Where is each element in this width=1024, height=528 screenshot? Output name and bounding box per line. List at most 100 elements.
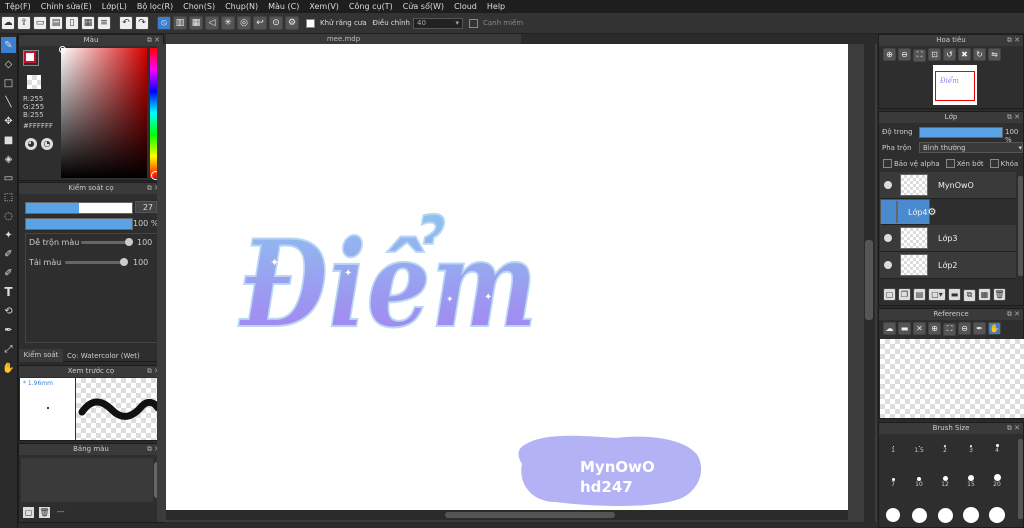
add-color-icon[interactable]: ▢ — [23, 507, 34, 518]
perspective-snap-icon[interactable]: ◁ — [205, 16, 219, 30]
layer-row-selected[interactable]: Lớp4 ⚙ — [880, 199, 937, 225]
rotate-left-icon[interactable]: ↺ — [943, 48, 956, 61]
brush-size-option[interactable] — [932, 505, 958, 525]
list-icon[interactable]: ≡ — [97, 16, 111, 30]
delete-layer-icon[interactable]: 🗑 — [993, 288, 1006, 301]
cloud-upload-icon[interactable]: ☁ — [883, 322, 896, 335]
flip-icon[interactable]: ⇋ — [988, 48, 1001, 61]
brush-size-option[interactable] — [958, 505, 984, 525]
cloud-icon[interactable]: ☁ — [1, 16, 15, 30]
brush-size-option[interactable]: 4 — [984, 437, 1010, 454]
zoom-out-icon[interactable]: ⊖ — [958, 322, 971, 335]
redo-icon[interactable]: ↷ — [135, 16, 149, 30]
layer-list-scrollbar[interactable] — [1018, 176, 1023, 276]
export-icon[interactable]: ⇪ — [17, 16, 31, 30]
merge-layer-icon[interactable]: ⧉ — [963, 288, 976, 302]
brush-tool-icon[interactable]: ✎ — [1, 37, 16, 53]
panel-close-icon[interactable]: ⧉ ✕ — [1007, 35, 1020, 46]
layer-row[interactable]: Lớp3 — [880, 225, 1016, 252]
add-layer-menu-icon[interactable]: ▢▾ — [928, 288, 946, 301]
bucket-tool-icon[interactable]: ◈ — [1, 151, 16, 167]
lasso-tool-icon[interactable]: ◌ — [1, 208, 16, 224]
brush-opacity-slider[interactable] — [25, 218, 133, 230]
secondary-color-swatch[interactable] — [27, 75, 41, 89]
panel-close-icon[interactable]: ⧉ ✕ — [1007, 423, 1020, 434]
brush-size-value[interactable]: 27 — [135, 201, 157, 213]
hand-tool-icon[interactable]: ✋ — [1, 360, 16, 376]
fit-icon[interactable]: ⛶ — [913, 48, 926, 62]
layer-opacity-slider[interactable] — [919, 127, 1003, 138]
menu-item[interactable]: Help — [482, 2, 510, 11]
refill-slider-handle[interactable] — [120, 258, 128, 266]
parallel-snap-icon[interactable]: ▥ — [173, 16, 187, 30]
menu-item[interactable]: Bộ lọc(R) — [132, 2, 178, 11]
grid-page-icon[interactable]: ▦ — [81, 16, 95, 30]
delete-color-icon[interactable]: 🗑 — [39, 507, 50, 518]
color-picker-cursor[interactable] — [59, 46, 66, 53]
brush-size-option[interactable] — [880, 505, 906, 525]
divide-tool-icon[interactable]: ⤢ — [1, 341, 16, 357]
circle-snap-icon[interactable]: ◎ — [237, 16, 251, 30]
undo-icon[interactable]: ↶ — [119, 16, 133, 30]
brush-size-slider[interactable] — [25, 202, 133, 214]
canvas-paper[interactable]: Điểm ✦ ✦ ✦ ✦ ✦ MynOwO hd247 — [166, 44, 848, 510]
select-pen-tool-icon[interactable]: ✐ — [1, 246, 16, 262]
blend-slider-handle[interactable] — [125, 238, 133, 246]
refill-slider[interactable] — [65, 261, 125, 264]
paste-layer-icon[interactable]: ▤ — [913, 288, 926, 301]
transform-tool-icon[interactable]: ⟲ — [1, 303, 16, 319]
navigator-viewport[interactable] — [935, 71, 975, 101]
gradient-tool-icon[interactable]: ▭ — [1, 170, 16, 186]
dropper-tool-icon[interactable]: ✒ — [1, 322, 16, 338]
layer-options-icon[interactable]: ▦ — [978, 288, 991, 301]
brush-size-option[interactable] — [984, 505, 1010, 525]
shape-tool-icon[interactable]: □ — [1, 75, 16, 91]
navigator-thumbnail[interactable]: Điểm — [933, 65, 977, 105]
new-layer-icon[interactable]: ▢ — [883, 288, 896, 301]
comment-icon[interactable]: ▤ — [49, 16, 63, 30]
lock-checkbox[interactable] — [989, 159, 999, 168]
clip-checkbox[interactable] — [945, 159, 955, 168]
zoom-out-icon[interactable]: ⊖ — [898, 48, 911, 61]
settings-icon[interactable]: ⚙ — [285, 16, 299, 30]
layer-blend-select[interactable]: Bình thường ▾ — [919, 142, 1023, 153]
menu-item[interactable]: Chọn(S) — [178, 2, 220, 11]
saturation-value-picker[interactable] — [61, 48, 147, 178]
brush-size-option[interactable]: 3 — [958, 437, 984, 454]
panel-close-icon[interactable]: ⧉ ✕ — [1007, 112, 1020, 123]
snap-off-icon[interactable]: ⦸ — [157, 16, 171, 30]
page-icon[interactable]: ▯ — [65, 16, 79, 30]
curve-snap-icon[interactable]: ↩ — [253, 16, 267, 30]
grid-snap-icon[interactable]: ▦ — [189, 16, 203, 30]
vertical-scroll-thumb[interactable] — [865, 240, 873, 320]
radial-snap-icon[interactable]: ✳ — [221, 16, 235, 30]
text-tool-icon[interactable]: T — [1, 284, 16, 300]
reset-rotate-icon[interactable]: ✖ — [958, 48, 971, 61]
menu-item[interactable]: Lớp(L) — [97, 2, 132, 11]
menu-item[interactable]: Xem(V) — [304, 2, 344, 11]
brush-size-option[interactable]: 20 — [984, 471, 1010, 488]
close-reference-icon[interactable]: ✕ — [913, 322, 926, 335]
rotate-right-icon[interactable]: ↻ — [973, 48, 986, 61]
select-rect-tool-icon[interactable]: ⬚ — [1, 189, 16, 205]
line-tool-icon[interactable]: ╲ — [1, 94, 16, 110]
fit-icon[interactable]: ⛶ — [943, 322, 956, 336]
chat-icon[interactable]: ▭ — [33, 16, 47, 30]
select-eraser-tool-icon[interactable]: ✐ — [1, 265, 16, 281]
brush-size-option[interactable]: 15 — [958, 471, 984, 488]
menu-item[interactable]: Màu (C) — [263, 2, 304, 11]
menu-item[interactable]: Chỉnh sửa(E) — [36, 2, 97, 11]
brush-size-option[interactable]: 7 — [880, 471, 906, 488]
brush-size-option[interactable]: 2 — [932, 437, 958, 454]
fill-rect-tool-icon[interactable]: ■ — [1, 132, 16, 148]
menu-item[interactable]: Cửa sổ(W) — [398, 2, 449, 11]
layer-row[interactable]: Lớp2 — [880, 252, 1016, 279]
eraser-tool-icon[interactable]: ◇ — [1, 56, 16, 72]
horizontal-scroll-thumb[interactable] — [445, 512, 615, 518]
reference-view[interactable] — [880, 339, 1024, 418]
brush-size-option[interactable]: 10 — [906, 471, 932, 488]
snap-edge-checkbox[interactable] — [469, 18, 478, 28]
eye-icon[interactable] — [884, 234, 892, 242]
eye-icon[interactable] — [884, 181, 892, 189]
dropper-icon[interactable]: ✒ — [973, 322, 986, 335]
